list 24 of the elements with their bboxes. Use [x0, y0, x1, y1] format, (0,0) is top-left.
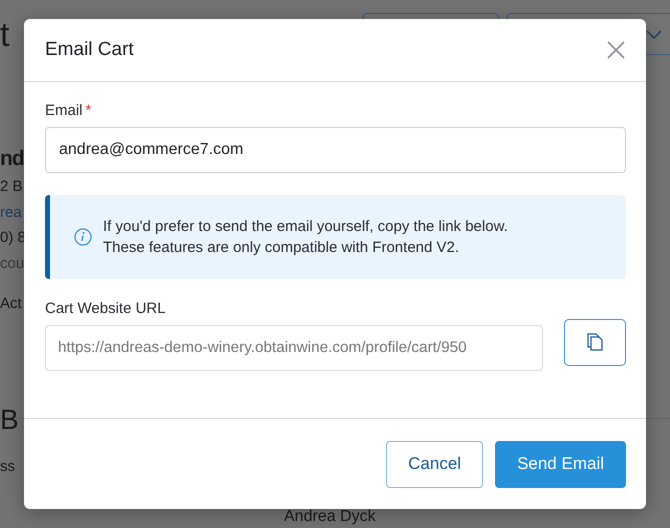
copy-button[interactable]	[564, 318, 626, 366]
url-label: Cart Website URL	[45, 300, 167, 317]
notice-text: If you'd prefer to send the email yourself, copy the link below.	[103, 218, 508, 235]
customer-email[interactable]: rea	[0, 205, 22, 220]
page-title: t	[0, 18, 10, 52]
email-field[interactable]: andrea@commerce7.com	[45, 127, 626, 173]
info-icon	[74, 228, 92, 246]
url-field[interactable]: https://andreas-demo-winery.obtainwine.com/profile/cart/950	[45, 325, 543, 371]
notice-text: These features are only compatible with Frontend V2.	[103, 239, 460, 256]
field-label: ss	[0, 459, 15, 474]
email-label: Email *	[45, 102, 92, 119]
customer-address: 2 B	[0, 179, 23, 194]
chevron-down-icon	[646, 30, 662, 40]
customer-note: cou	[0, 256, 24, 271]
send-email-button[interactable]: Send Email	[495, 440, 626, 488]
dialog-title: Email Cart	[45, 39, 134, 61]
section-heading: B	[0, 406, 19, 434]
copy-icon	[586, 332, 604, 352]
required-marker: *	[86, 102, 92, 119]
customer-name: nd	[0, 148, 24, 169]
actions-label: Act	[0, 296, 22, 311]
close-icon[interactable]	[606, 40, 626, 60]
cancel-button[interactable]: Cancel	[386, 440, 484, 488]
contact-name: Andrea Dyck	[284, 508, 376, 526]
